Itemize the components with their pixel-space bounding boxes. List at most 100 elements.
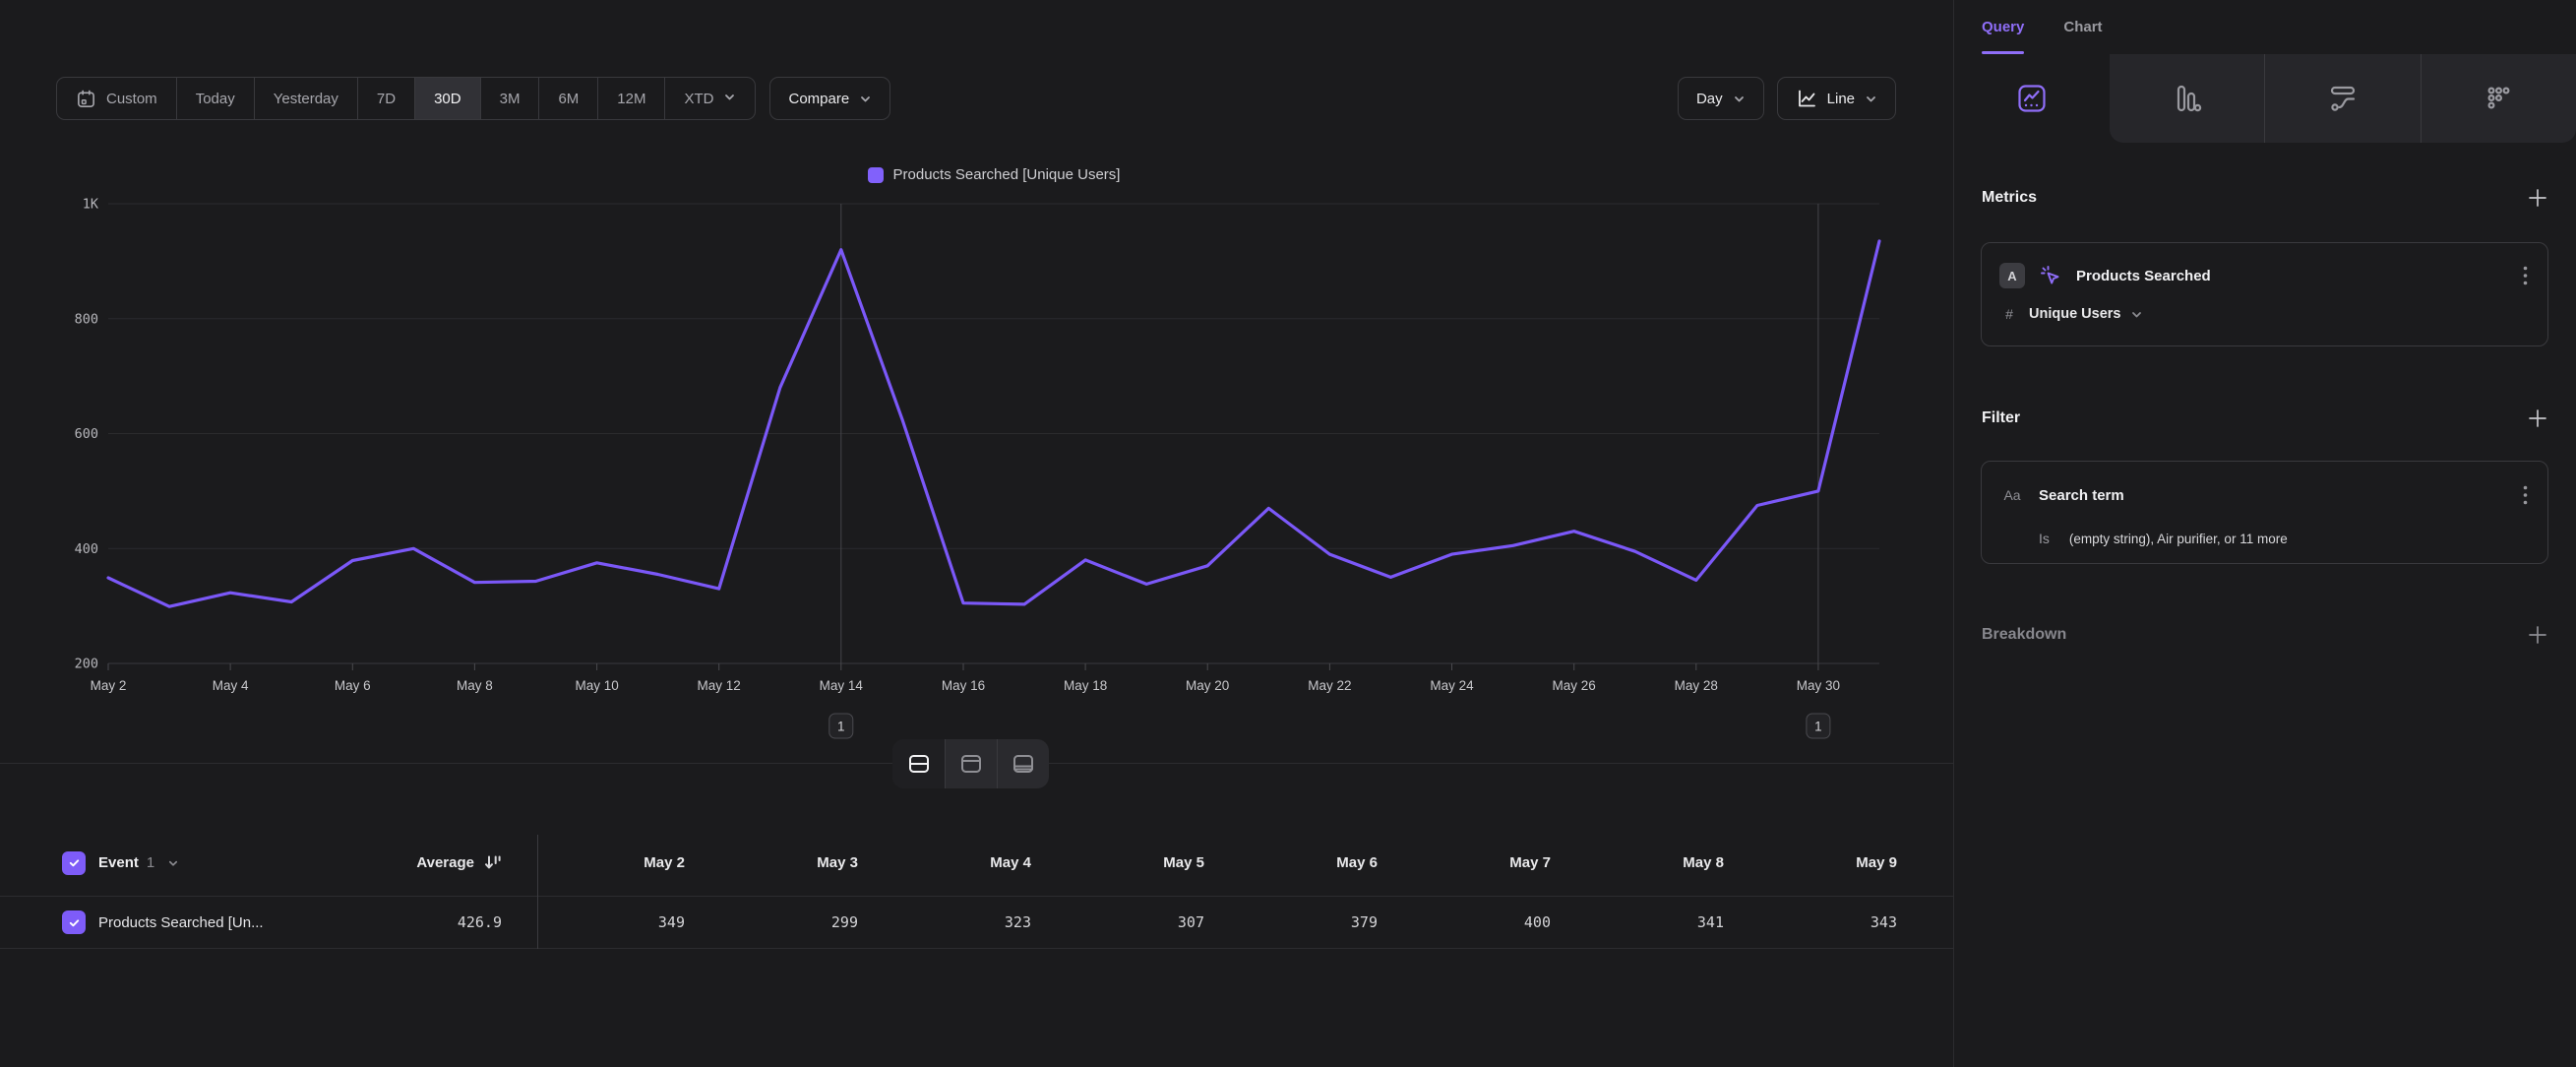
svg-text:May 6: May 6 [335, 678, 371, 693]
svg-text:800: 800 [75, 311, 98, 327]
range-12m-button[interactable]: 12M [597, 78, 664, 119]
svg-text:May 30: May 30 [1797, 678, 1840, 693]
row-checkbox[interactable] [62, 910, 86, 934]
count-type-icon: # [1999, 306, 2019, 322]
chevron-down-icon [723, 91, 736, 107]
retention-icon [2482, 82, 2515, 115]
date-range-control: Custom Today Yesterday 7D30D 3M 6M 12M XTD [56, 77, 756, 120]
metric-card[interactable]: A Products Searched # Unique Users [1981, 242, 2548, 346]
svg-text:1: 1 [837, 720, 845, 734]
filter-condition-row[interactable]: Is (empty string), Air purifier, or 11 m… [2039, 531, 2288, 546]
svg-text:May 4: May 4 [213, 678, 249, 693]
average-header-label: Average [416, 854, 474, 871]
filter-add-button[interactable] [2527, 408, 2548, 429]
svg-text:May 14: May 14 [820, 678, 864, 693]
range-label: 12M [617, 91, 645, 107]
split-view-button[interactable] [892, 739, 945, 788]
range-6m-button[interactable]: 6M [538, 78, 597, 119]
row-average-value: 426.9 [458, 913, 502, 931]
table-column-divider [537, 835, 538, 949]
metric-aggregation-row[interactable]: # Unique Users [1999, 306, 2143, 322]
select-all-checkbox[interactable] [62, 851, 86, 875]
column-header-may-2: May 2 [537, 854, 710, 871]
range-7d-button[interactable]: 7D [357, 78, 414, 119]
row-average-cell: 426.9 [325, 913, 502, 931]
compare-button[interactable]: Compare [769, 77, 890, 120]
range-label: Yesterday [274, 91, 338, 107]
kebab-menu-icon[interactable] [2519, 480, 2532, 510]
filter-card[interactable]: Aa Search term Is (empty string), Air pu… [1981, 461, 2548, 564]
line-chart-icon [1796, 88, 1817, 109]
string-property-icon: Aa [1999, 487, 2025, 503]
filter-title: Filter [1982, 409, 2020, 427]
column-header-may-3: May 3 [710, 854, 884, 871]
tab-query-label: Query [1982, 19, 2024, 35]
line-chart[interactable]: 2004006008001KMay 2May 4May 6May 8May 10… [0, 192, 1929, 743]
calendar-icon [76, 89, 96, 109]
range-3m-button[interactable]: 3M [480, 78, 539, 119]
range-label: Custom [106, 91, 157, 107]
svg-text:May 12: May 12 [698, 678, 741, 693]
funnels-icon [2170, 82, 2203, 115]
table-only-view-button[interactable] [997, 739, 1049, 788]
chart-legend[interactable]: Products Searched [Unique Users] [108, 166, 1879, 183]
cell-value-may-4: 323 [884, 913, 1057, 931]
tab-chart[interactable]: Chart [2063, 0, 2102, 54]
range-custom-button[interactable]: Custom [57, 78, 176, 119]
compare-label: Compare [788, 91, 849, 107]
svg-text:May 24: May 24 [1430, 678, 1474, 693]
svg-text:200: 200 [75, 657, 98, 672]
range-30d-button[interactable]: 30D [414, 78, 480, 119]
filter-value: (empty string), Air purifier, or 11 more [2069, 532, 2288, 546]
svg-text:1K: 1K [83, 197, 99, 213]
granularity-button[interactable]: Day [1678, 77, 1764, 120]
cell-value-may-8: 341 [1576, 913, 1749, 931]
metrics-section-header: Metrics [1982, 187, 2548, 209]
chevron-down-icon [1865, 93, 1877, 105]
svg-text:May 20: May 20 [1186, 678, 1229, 693]
toolbar-right-group: Day Line [1678, 77, 1896, 120]
event-header-cell: Event 1 [0, 851, 325, 875]
cell-value-may-2: 349 [537, 913, 710, 931]
line-chart-svg: 2004006008001KMay 2May 4May 6May 8May 10… [0, 192, 1929, 743]
breakdown-section-header: Breakdown [1982, 624, 2548, 646]
legend-swatch [868, 167, 884, 183]
chevron-down-icon[interactable] [167, 857, 179, 869]
chart-only-view-button[interactable] [945, 739, 997, 788]
funnels-tab[interactable] [2110, 54, 2265, 143]
table-only-view-icon [1011, 751, 1036, 777]
kebab-menu-icon[interactable] [2519, 261, 2532, 290]
retention-tab[interactable] [2421, 54, 2576, 143]
legend-label: Products Searched [Unique Users] [893, 166, 1121, 183]
metric-card-main-row: A Products Searched [1999, 261, 2532, 290]
tab-query[interactable]: Query [1982, 0, 2024, 54]
breakdown-add-button[interactable] [2527, 624, 2548, 646]
insights-tab[interactable] [1954, 54, 2110, 143]
chevron-down-icon [2130, 308, 2143, 321]
main-panel: Custom Today Yesterday 7D30D 3M 6M 12M XTD Comp… [0, 0, 1953, 1067]
average-header-cell[interactable]: Average [325, 853, 502, 872]
click-event-icon [2039, 264, 2062, 287]
filter-card-main-row: Aa Search term [1999, 480, 2532, 510]
svg-text:May 22: May 22 [1308, 678, 1351, 693]
range-label: Today [196, 91, 235, 107]
svg-text:May 10: May 10 [575, 678, 618, 693]
range-yesterday-button[interactable]: Yesterday [254, 78, 357, 119]
range-today-button[interactable]: Today [176, 78, 254, 119]
table-header-row: Event 1 Average May 2May 3May 4May 5May … [0, 830, 1953, 897]
column-header-may-7: May 7 [1403, 854, 1576, 871]
filter-property-name: Search term [2039, 487, 2124, 504]
metrics-add-button[interactable] [2527, 187, 2548, 209]
split-view-icon [906, 751, 932, 777]
range-label: 6M [558, 91, 579, 107]
breakdown-title: Breakdown [1982, 626, 2066, 644]
filter-section-header: Filter [1982, 408, 2548, 429]
range-xtd-button[interactable]: XTD [664, 78, 755, 119]
cell-value-may-6: 379 [1230, 913, 1403, 931]
metric-series-badge: A [1999, 263, 2025, 288]
flows-icon [2326, 82, 2360, 115]
flows-tab[interactable] [2264, 54, 2421, 143]
range-label: 3M [500, 91, 521, 107]
chart-type-button[interactable]: Line [1777, 77, 1896, 120]
row-event-cell: Products Searched [Un... [0, 910, 325, 934]
